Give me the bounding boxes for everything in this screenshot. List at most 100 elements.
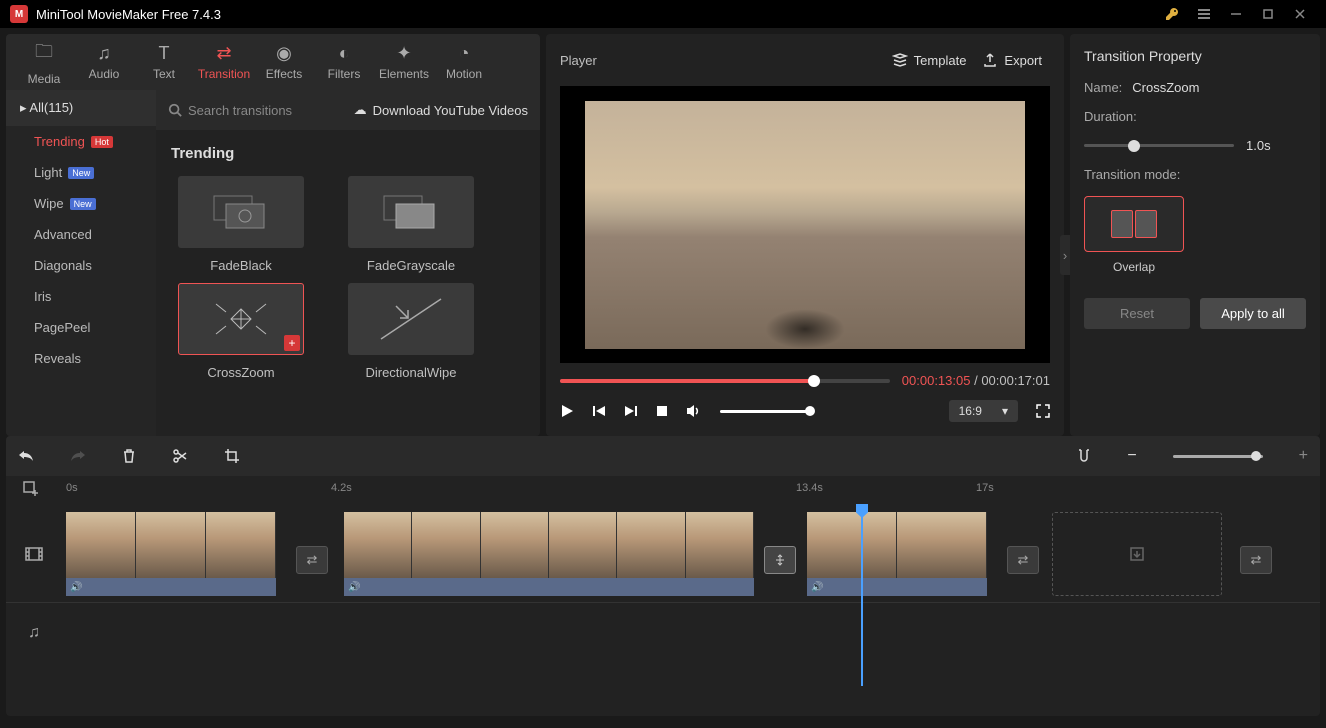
preview-frame [585,101,1025,349]
collapse-panel-button[interactable]: › [1060,235,1070,275]
effects-icon: ◉ [276,43,292,64]
cloud-download-icon: ☁ [354,102,367,118]
stop-button[interactable] [656,405,668,417]
redo-button[interactable] [70,449,86,463]
transition-icon: ⇄ [216,43,231,64]
clip-2[interactable]: 🔊 [344,512,754,596]
download-youtube-link[interactable]: ☁ Download YouTube Videos [354,102,528,118]
transition-fadeblack[interactable]: FadeBlack [171,176,311,273]
category-sidebar: ▸ All(115) TrendingHot LightNew WipeNew … [6,90,156,436]
category-trending[interactable]: TrendingHot [6,126,156,157]
folder-icon: 🗀 [35,39,53,69]
transition-crosszoom[interactable]: + CrossZoom [171,283,311,380]
minimize-button[interactable] [1220,0,1252,28]
category-light[interactable]: LightNew [6,157,156,188]
category-diagonals[interactable]: Diagonals [6,250,156,281]
prop-name-label: Name: [1084,80,1122,95]
player-title: Player [560,53,597,68]
hot-badge: Hot [91,136,113,148]
license-key-icon[interactable] [1156,0,1188,28]
volume-slider[interactable] [720,410,810,413]
new-badge: New [70,198,96,210]
tool-motion[interactable]: ◔Motion [434,34,494,90]
prop-name-value: CrossZoom [1132,80,1199,95]
timeline-ruler[interactable]: 0s 4.2s 13.4s 17s [6,476,1320,506]
prev-frame-button[interactable] [592,404,606,418]
prop-duration-label: Duration: [1084,109,1137,124]
volume-button[interactable] [686,404,702,418]
zoom-in-button[interactable]: + [1299,447,1308,465]
tool-text[interactable]: TText [134,34,194,90]
transition-slot-2[interactable] [764,546,796,574]
duration-value: 1.0s [1246,138,1271,153]
tool-elements[interactable]: ✦Elements [374,34,434,90]
template-button[interactable]: Template [884,48,975,72]
apply-all-button[interactable]: Apply to all [1200,298,1306,329]
aspect-ratio-select[interactable]: 16:9 ▾ [949,400,1018,422]
tool-transition[interactable]: ⇄Transition [194,34,254,90]
maximize-button[interactable] [1252,0,1284,28]
new-badge: New [68,167,94,179]
export-button[interactable]: Export [974,48,1050,72]
category-wipe[interactable]: WipeNew [6,188,156,219]
app-title: MiniTool MovieMaker Free 7.4.3 [36,7,221,22]
tool-audio[interactable]: ♫Audio [74,34,134,90]
reset-button[interactable]: Reset [1084,298,1190,329]
transition-fadegrayscale[interactable]: FadeGrayscale [341,176,481,273]
add-icon[interactable]: + [284,335,300,351]
transition-slot-1[interactable]: ⇄ [296,546,328,574]
mode-overlap[interactable] [1084,196,1184,252]
transition-slot-4[interactable]: ⇄ [1240,546,1272,574]
snap-button[interactable] [1077,448,1091,464]
timecode: 00:00:13:05 / 00:00:17:01 [902,373,1050,388]
playhead[interactable] [861,506,863,686]
category-pagepeel[interactable]: PagePeel [6,312,156,343]
motion-icon: ◔ [459,43,470,64]
audio-track[interactable] [62,591,1320,675]
template-icon [892,52,908,68]
video-track[interactable]: 🔊 ⇄ 🔊 🔊 ⇄ [62,512,1320,596]
text-icon: T [159,43,170,64]
duration-slider[interactable] [1084,144,1234,147]
clip-1[interactable]: 🔊 [66,512,276,596]
tool-filters[interactable]: ◐Filters [314,34,374,90]
search-icon [168,103,182,117]
video-track-icon [6,546,62,562]
transition-directionalwipe[interactable]: DirectionalWipe [341,283,481,380]
close-button[interactable] [1284,0,1316,28]
chevron-down-icon: ▾ [1002,404,1008,418]
main-toolbar: 🗀Media ♫Audio TText ⇄Transition ◉Effects… [6,34,540,90]
play-button[interactable] [560,404,574,418]
seek-slider[interactable] [560,379,890,383]
export-icon [982,52,998,68]
delete-button[interactable] [122,448,136,464]
tool-media[interactable]: 🗀Media [14,34,74,90]
split-button[interactable] [172,448,188,464]
clip-3[interactable]: 🔊 [807,512,987,596]
category-iris[interactable]: Iris [6,281,156,312]
transition-slot-3[interactable]: ⇄ [1007,546,1039,574]
category-all[interactable]: ▸ All(115) [6,90,156,126]
music-note-icon: ♫ [97,43,111,64]
drop-placeholder[interactable] [1052,512,1222,596]
tool-effects[interactable]: ◉Effects [254,34,314,90]
fullscreen-button[interactable] [1036,404,1050,418]
mode-overlap-label: Overlap [1084,260,1184,274]
menu-icon[interactable] [1188,0,1220,28]
crop-button[interactable] [224,448,240,464]
next-frame-button[interactable] [624,404,638,418]
category-advanced[interactable]: Advanced [6,219,156,250]
search-input[interactable]: Search transitions [168,103,354,118]
preview-viewport [560,86,1050,363]
add-track-button[interactable] [22,480,40,498]
titlebar: M MiniTool MovieMaker Free 7.4.3 [0,0,1326,28]
zoom-out-button[interactable]: − [1127,447,1136,465]
property-panel-title: Transition Property [1084,48,1306,64]
prop-mode-label: Transition mode: [1084,167,1180,182]
section-title: Trending [171,145,525,162]
audio-track-icon: ♫ [6,624,62,642]
undo-button[interactable] [18,449,34,463]
category-reveals[interactable]: Reveals [6,343,156,374]
app-logo-icon: M [10,5,28,23]
zoom-slider[interactable] [1173,455,1263,458]
